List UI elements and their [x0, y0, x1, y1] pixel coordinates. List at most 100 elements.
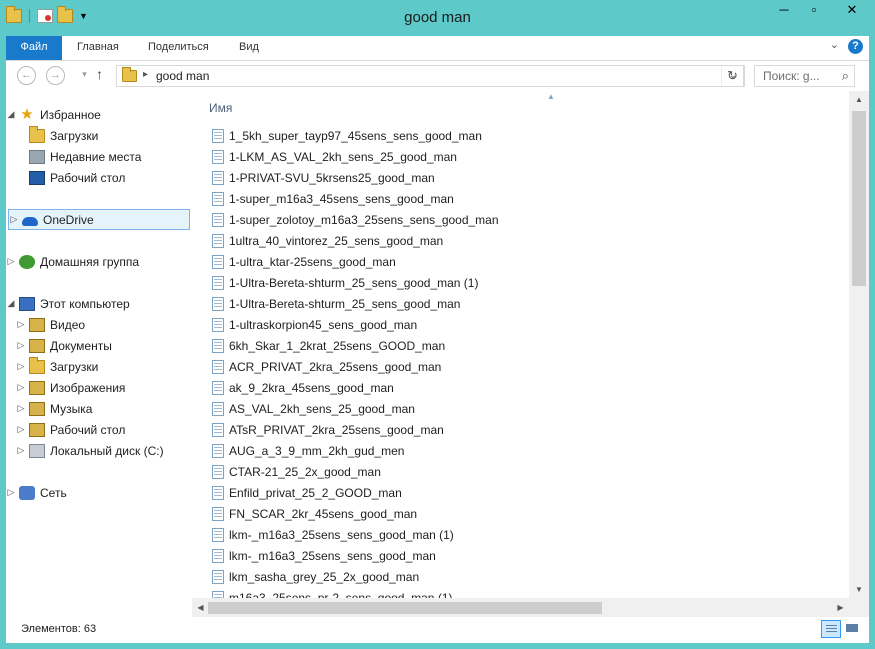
- expand-arrow-icon[interactable]: ▷: [9, 214, 19, 225]
- search-icon[interactable]: ⌕: [842, 68, 849, 84]
- nav-network[interactable]: ▷ Сеть: [6, 482, 67, 503]
- tab-home[interactable]: Главная: [77, 36, 119, 60]
- nav-homegroup[interactable]: ▷ Домашняя группа: [6, 251, 139, 272]
- nav-homegroup-label: Домашняя группа: [40, 254, 140, 269]
- scroll-down-arrow-icon[interactable]: ▼: [849, 581, 869, 598]
- help-button[interactable]: ?: [848, 39, 863, 54]
- search-input[interactable]: Поиск: g... ⌕: [754, 65, 855, 87]
- details-view-button[interactable]: [821, 620, 841, 638]
- file-row[interactable]: 1_5kh_super_tayp97_45sens_sens_good_man: [212, 125, 482, 146]
- file-name: 6kh_Skar_1_2krat_25sens_GOOD_man: [229, 338, 446, 353]
- vertical-scroll-thumb[interactable]: [852, 111, 866, 286]
- expand-arrow-icon[interactable]: ▷: [16, 340, 26, 351]
- file-row[interactable]: ACR_PRIVAT_2kra_25sens_good_man: [212, 356, 441, 377]
- vertical-scrollbar[interactable]: ▲ ▼: [849, 91, 869, 598]
- horizontal-scroll-thumb[interactable]: [208, 602, 602, 614]
- expand-arrow-icon[interactable]: ▷: [16, 445, 26, 456]
- horizontal-scrollbar[interactable]: ◀ ▶: [192, 598, 849, 617]
- nav-item-recent-places[interactable]: Недавние места: [26, 146, 141, 167]
- file-row[interactable]: CTAR-21_25_2x_good_man: [212, 461, 381, 482]
- file-name: ATsR_PRIVAT_2kra_25sens_good_man: [229, 422, 444, 437]
- navigation-pane: ◢ ★ Избранное Загрузки Недавние места Ра…: [6, 91, 192, 617]
- expand-arrow-icon[interactable]: ▷: [16, 319, 26, 330]
- up-button[interactable]: ↑: [96, 66, 103, 82]
- breadcrumb-chevron-icon[interactable]: ▸: [143, 69, 148, 80]
- status-bar: Элементов: 63: [6, 617, 869, 643]
- nav-item-pc-downloads[interactable]: ▷ Загрузки: [16, 356, 98, 377]
- breadcrumb-current[interactable]: good man: [156, 69, 209, 83]
- tab-share[interactable]: Поделиться: [148, 36, 209, 60]
- details-view-icon: [826, 625, 837, 626]
- address-bar[interactable]: ▸ good man ⌄: [116, 65, 745, 87]
- ribbon-tabs: Файл Главная Поделиться Вид ⌄ ?: [6, 36, 869, 61]
- text-file-icon: [212, 401, 224, 416]
- tab-file[interactable]: Файл: [6, 36, 62, 60]
- file-row[interactable]: 1-LKM_AS_VAL_2kh_sens_25_good_man: [212, 146, 457, 167]
- file-row[interactable]: 1-Ultra-Bereta-shturm_25_sens_good_man: [212, 293, 460, 314]
- file-row[interactable]: 1ultra_40_vintorez_25_sens_good_man: [212, 230, 443, 251]
- file-row[interactable]: AUG_a_3_9_mm_2kh_gud_men: [212, 440, 404, 461]
- nav-item-pictures[interactable]: ▷ Изображения: [16, 377, 125, 398]
- nav-onedrive[interactable]: ▷ OneDrive: [8, 209, 190, 230]
- file-row[interactable]: lkm-_m16a3_25sens_sens_good_man (1): [212, 524, 454, 545]
- file-row[interactable]: lkm_sasha_grey_25_2x_good_man: [212, 566, 419, 587]
- text-file-icon: [212, 506, 224, 521]
- nav-favorites[interactable]: ◢ ★ Избранное: [6, 104, 101, 125]
- column-header-name[interactable]: Имя: [209, 101, 232, 115]
- text-file-icon: [212, 317, 224, 332]
- expand-arrow-icon[interactable]: ▷: [6, 487, 16, 498]
- nav-item-desktop[interactable]: Рабочий стол: [26, 167, 125, 188]
- nav-item-documents[interactable]: ▷ Документы: [16, 335, 112, 356]
- file-row[interactable]: AS_VAL_2kh_sens_25_good_man: [212, 398, 415, 419]
- file-name: CTAR-21_25_2x_good_man: [229, 464, 381, 479]
- scroll-right-arrow-icon[interactable]: ▶: [832, 598, 849, 617]
- nav-item-music[interactable]: ▷ Музыка: [16, 398, 92, 419]
- expand-arrow-icon[interactable]: ▷: [16, 361, 26, 372]
- nav-this-pc[interactable]: ◢ Этот компьютер: [6, 293, 130, 314]
- nav-item-local-disk[interactable]: ▷ Локальный диск (C:): [16, 440, 164, 461]
- file-name: 1-super_zolotoy_m16a3_25sens_sens_good_m…: [229, 212, 499, 227]
- file-row[interactable]: ATsR_PRIVAT_2kra_25sens_good_man: [212, 419, 444, 440]
- file-row[interactable]: m16a3_25sens_pr-2_sens_good_man (1): [212, 587, 452, 598]
- file-row[interactable]: 1-PRIVAT-SVU_5krsens25_good_man: [212, 167, 435, 188]
- expand-arrow-icon[interactable]: ▷: [6, 256, 16, 267]
- tab-view[interactable]: Вид: [239, 36, 259, 60]
- maximize-button[interactable]: ▫: [799, 0, 829, 22]
- collapse-arrow-icon[interactable]: ◢: [6, 109, 16, 120]
- minimize-button[interactable]: ─: [769, 0, 799, 22]
- nav-item-downloads[interactable]: Загрузки: [26, 125, 98, 146]
- nav-item-videos[interactable]: ▷ Видео: [16, 314, 85, 335]
- file-row[interactable]: 1-super_m16a3_45sens_sens_good_man: [212, 188, 454, 209]
- file-row[interactable]: lkm-_m16a3_25sens_sens_good_man: [212, 545, 436, 566]
- nav-item-pc-desktop[interactable]: ▷ Рабочий стол: [16, 419, 125, 440]
- file-row[interactable]: 1-ultra_ktar-25sens_good_man: [212, 251, 396, 272]
- file-name: lkm-_m16a3_25sens_sens_good_man: [229, 548, 436, 563]
- recent-locations-chevron-icon[interactable]: ▾: [75, 66, 94, 85]
- close-button[interactable]: ✕: [829, 0, 875, 22]
- expand-arrow-icon[interactable]: ▷: [16, 403, 26, 414]
- expand-arrow-icon[interactable]: ▷: [16, 382, 26, 393]
- file-row[interactable]: 1-ultraskorpion45_sens_good_man: [212, 314, 417, 335]
- file-name: lkm-_m16a3_25sens_sens_good_man (1): [229, 527, 454, 542]
- refresh-button[interactable]: ↻: [722, 65, 744, 87]
- scroll-left-arrow-icon[interactable]: ◀: [192, 598, 209, 617]
- scroll-up-arrow-icon[interactable]: ▲: [849, 91, 869, 108]
- forward-button[interactable]: →: [46, 66, 65, 85]
- expand-arrow-icon[interactable]: ▷: [16, 424, 26, 435]
- sort-ascending-icon: ▲: [547, 92, 555, 101]
- text-file-icon: [212, 128, 224, 143]
- documents-library-icon: [29, 338, 45, 353]
- large-icons-view-button[interactable]: [843, 620, 863, 638]
- file-name: m16a3_25sens_pr-2_sens_good_man (1): [229, 590, 453, 599]
- back-button[interactable]: ←: [17, 66, 36, 85]
- collapse-arrow-icon[interactable]: ◢: [6, 298, 16, 309]
- text-file-icon: [212, 296, 224, 311]
- file-row[interactable]: Enfild_privat_25_2_GOOD_man: [212, 482, 402, 503]
- file-row[interactable]: 1-super_zolotoy_m16a3_25sens_sens_good_m…: [212, 209, 499, 230]
- expand-ribbon-chevron-icon[interactable]: ⌄: [830, 38, 839, 51]
- nav-item-label: Рабочий стол: [50, 170, 126, 185]
- file-row[interactable]: FN_SCAR_2kr_45sens_good_man: [212, 503, 417, 524]
- file-row[interactable]: 6kh_Skar_1_2krat_25sens_GOOD_man: [212, 335, 445, 356]
- file-row[interactable]: ak_9_2kra_45sens_good_man: [212, 377, 394, 398]
- file-row[interactable]: 1-Ultra-Bereta-shturm_25_sens_good_man (…: [212, 272, 478, 293]
